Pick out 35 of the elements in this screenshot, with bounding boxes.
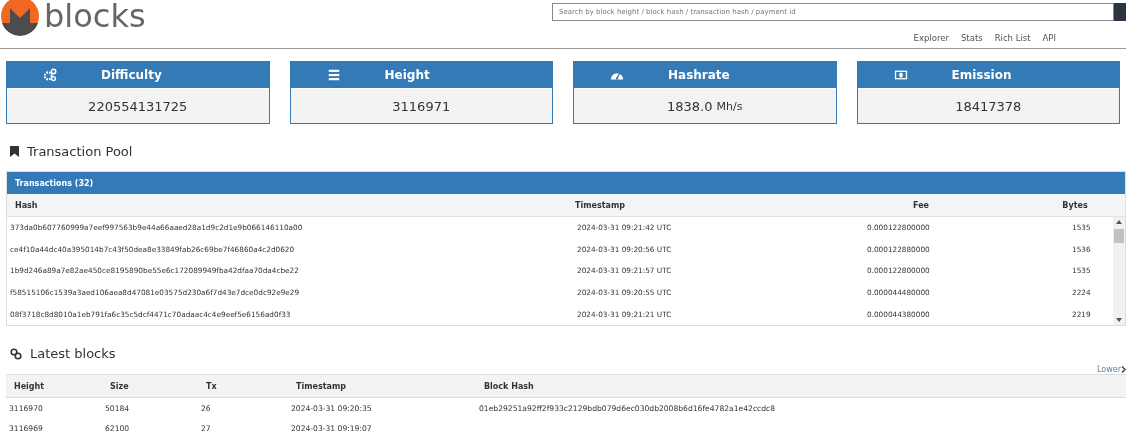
stat-title: Hashrate: [668, 68, 730, 82]
search-button[interactable]: [1114, 3, 1126, 21]
panel-title: Transactions (32): [7, 172, 1125, 194]
stat-value: 3116971: [290, 89, 552, 123]
column-header: Timestamp: [574, 200, 626, 210]
scrollbar[interactable]: [1113, 217, 1125, 325]
stat-title: Emission: [951, 68, 1012, 82]
stat-value: 1838.0 Mh/s: [574, 89, 836, 123]
menu-icon: [326, 68, 341, 82]
column-header: Bytes: [1061, 200, 1089, 210]
column-header: Timestamp: [295, 381, 347, 391]
nav-link[interactable]: Explorer: [913, 33, 949, 43]
link-icon: [10, 347, 22, 360]
bookmark-icon: [10, 146, 19, 157]
logo-icon: [0, 0, 40, 36]
stat-title: Difficulty: [101, 68, 162, 82]
banknote-icon: [893, 68, 908, 82]
stat-value: 18417378: [857, 89, 1119, 123]
site-name: blocks: [44, 0, 146, 35]
nav-link[interactable]: Stats: [960, 33, 983, 43]
column-header: Height: [13, 381, 46, 391]
section-title: Latest blocks: [30, 346, 116, 361]
column-header: Hash: [14, 200, 39, 210]
column-header: Block Hash: [483, 381, 535, 391]
chevron-right-icon: [1121, 366, 1126, 373]
column-header: Fee: [912, 200, 930, 210]
gears-icon: [43, 68, 57, 82]
pager-link[interactable]: Lower: [1097, 365, 1121, 374]
stat-title: Height: [384, 68, 430, 82]
nav-link[interactable]: Rich List: [994, 33, 1031, 43]
stat-value: 220554131725: [7, 89, 269, 123]
nav-link[interactable]: API: [1042, 33, 1056, 43]
column-header: Size: [109, 381, 130, 391]
column-header: Tx: [205, 381, 218, 391]
section-title: Transaction Pool: [27, 144, 133, 159]
